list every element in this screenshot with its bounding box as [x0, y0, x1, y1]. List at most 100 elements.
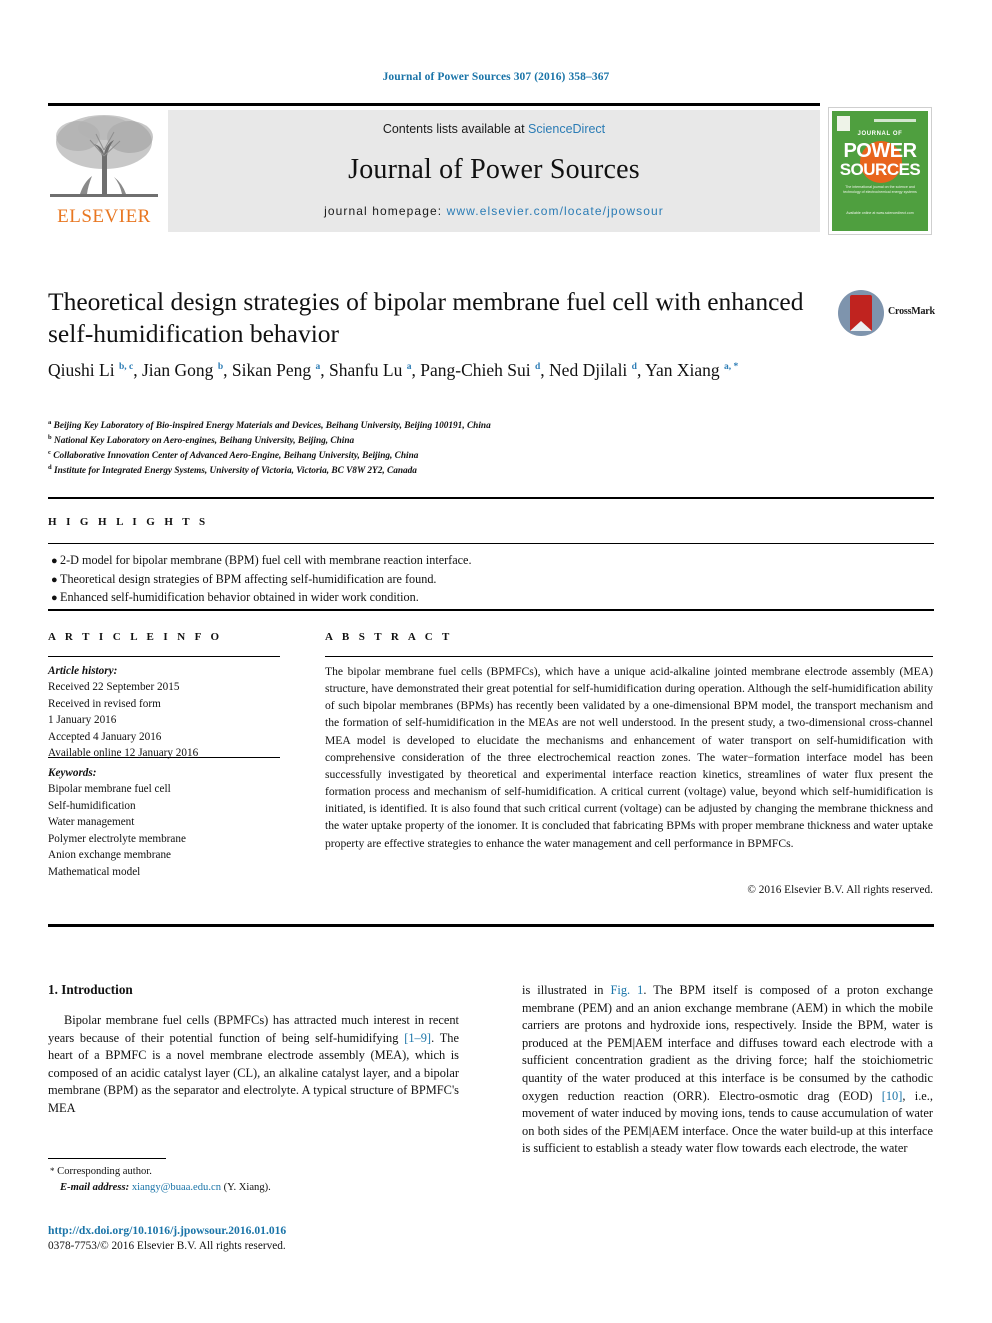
affiliation-text: Collaborative Innovation Center of Advan… — [50, 451, 419, 462]
section-heading-introduction: 1. Introduction — [48, 982, 133, 997]
email-label: E-mail address: — [60, 1181, 130, 1193]
crossmark-notch-icon — [850, 321, 872, 331]
journal-cover-thumbnail: JOURNAL OF POWER SOURCES The internation… — [828, 107, 932, 235]
abstract-divider-rule — [325, 656, 933, 657]
journal-masthead-band: Contents lists available at ScienceDirec… — [168, 110, 820, 232]
article-history-label: Article history: — [48, 665, 118, 677]
affiliation-text: Institute for Integrated Energy Systems,… — [51, 466, 417, 477]
keyword-item: Mathematical model — [48, 865, 141, 878]
email-owner: (Y. Xiang). — [223, 1181, 271, 1193]
highlights-heading: H I G H L I G H T S — [48, 516, 209, 528]
highlight-text: 2-D model for bipolar membrane (BPM) fue… — [60, 553, 472, 567]
intro-paragraph-right: is illustrated in Fig. 1. The BPM itself… — [522, 982, 933, 1158]
contents-prefix: Contents lists available at — [382, 122, 529, 136]
body-column-right: is illustrated in Fig. 1. The BPM itself… — [522, 982, 933, 1158]
abstract-copyright: © 2016 Elsevier B.V. All rights reserved… — [747, 884, 933, 896]
affiliation-item: d Institute for Integrated Energy System… — [48, 464, 828, 479]
reference-link-10[interactable]: [10] — [882, 1089, 903, 1103]
keyword-item: Polymer electrolyte membrane — [48, 832, 186, 845]
keyword-item: Anion exchange membrane — [48, 849, 172, 862]
highlights-top-rule — [48, 497, 934, 499]
doi-link[interactable]: http://dx.doi.org/10.1016/j.jpowsour.201… — [48, 1222, 478, 1239]
bullet-icon: ● — [51, 555, 58, 567]
journal-cover-art: JOURNAL OF POWER SOURCES The internation… — [832, 111, 928, 231]
author-name: Yan Xiang — [645, 360, 724, 380]
running-head-citation: Journal of Power Sources 307 (2016) 358–… — [382, 71, 610, 83]
author-separator: , — [540, 360, 550, 380]
affiliation-item: b National Key Laboratory on Aero-engine… — [48, 434, 828, 449]
highlights-divider-rule — [48, 543, 934, 544]
article-first-page: Journal of Power Sources 307 (2016) 358–… — [0, 0, 992, 1323]
cover-footer-text: Available online at www.sciencedirect.co… — [846, 211, 914, 215]
abstract-heading: A B S T R A C T — [325, 631, 453, 643]
author-name: Ned Djilali — [549, 360, 632, 380]
affiliation-text: Beijing Key Laboratory of Bio-inspired E… — [51, 421, 491, 431]
author-name: Pang-Chieh Sui — [420, 360, 535, 380]
article-history-item: Available online 12 January 2016 — [48, 747, 199, 760]
right-text-part1: is illustrated in — [522, 983, 611, 997]
author-affiliation-mark: b, c — [118, 362, 134, 373]
highlights-bottom-rule — [48, 609, 934, 611]
article-history-block: Article history: Received 22 September 20… — [48, 663, 280, 762]
article-info-divider-rule — [48, 656, 280, 657]
corresponding-author-line: * Corresponding author. — [50, 1164, 470, 1180]
keywords-block: Keywords: Bipolar membrane fuel cell Self-… — [48, 765, 280, 880]
highlight-item: ● 2-D model for bipolar membrane (BPM) fu… — [51, 551, 911, 570]
abstract-text: The bipolar membrane fuel cells (BPMFCs)… — [325, 665, 933, 850]
affiliation-list: a Beijing Key Laboratory of Bio-inspired… — [48, 419, 828, 479]
cover-title-line1: POWER — [843, 140, 917, 162]
highlight-text: Theoretical design strategies of BPM aff… — [60, 571, 437, 586]
masthead-top-rule — [48, 103, 820, 106]
author-name: Jian Gong — [141, 360, 218, 380]
asterisk-icon: * — [50, 1166, 55, 1176]
homepage-label: journal homepage: — [324, 204, 443, 218]
right-text-part2: . The BPM itself is composed of a proton… — [522, 983, 934, 1103]
author-name: Shanfu Lu — [328, 360, 407, 380]
affiliation-item: a Beijing Key Laboratory of Bio-inspired… — [48, 419, 828, 434]
affiliation-item: c Collaborative Innovation Center of Adv… — [48, 449, 828, 464]
article-info-heading: A R T I C L E I N F O — [48, 631, 223, 643]
reference-link-1-9[interactable]: [1–9] — [404, 1031, 431, 1045]
email-link[interactable]: xiangy@buaa.edu.cn — [132, 1182, 221, 1193]
crossmark-badge[interactable]: CrossMark — [838, 290, 935, 336]
article-history-item: Accepted 4 January 2016 — [48, 730, 162, 743]
keyword-item: Self-humidification — [48, 799, 136, 812]
figure-link-fig1[interactable]: Fig. 1 — [611, 983, 644, 997]
affiliation-text: National Key Laboratory on Aero-engines,… — [51, 436, 355, 447]
article-history-item: Received in revised form — [48, 697, 161, 710]
cover-blurb: The international journal on the science… — [843, 185, 917, 195]
author-separator: , — [133, 360, 142, 380]
keyword-item: Bipolar membrane fuel cell — [48, 783, 171, 796]
footnote-rule — [48, 1158, 166, 1159]
cover-elsevier-mark-icon — [837, 116, 850, 131]
highlight-item: ● Enhanced self-humidification behavior o… — [51, 588, 911, 607]
author-separator: , — [411, 360, 421, 380]
keywords-label: Keywords: — [48, 767, 97, 779]
sciencedirect-link[interactable]: ScienceDirect — [528, 122, 605, 136]
keyword-item: Water management — [48, 816, 135, 829]
highlights-items: ● 2-D model for bipolar membrane (BPM) fu… — [51, 551, 911, 607]
corresponding-author-label: Corresponding author. — [57, 1166, 152, 1177]
contents-available-line: Contents lists available at ScienceDirec… — [168, 122, 820, 136]
author-name: Qiushi Li — [48, 360, 119, 380]
cover-top-rule — [874, 119, 916, 122]
author-separator: , — [223, 360, 232, 380]
intro-text-part1: Bipolar membrane fuel cells (BPMFCs) has… — [48, 1013, 459, 1045]
elsevier-wordmark: ELSEVIER — [57, 206, 151, 227]
highlight-item: ● Theoretical design strategies of BPM af… — [51, 570, 911, 589]
author-list: Qiushi Li b, c, Jian Gong b, Sikan Peng … — [48, 358, 828, 383]
article-history-item: Received 22 September 2015 — [48, 681, 180, 694]
abstract-bottom-rule — [48, 924, 934, 927]
author-name: Sikan Peng — [231, 360, 316, 380]
highlight-text: Enhanced self-humidification behavior ob… — [60, 590, 419, 605]
cover-journal-of-label: JOURNAL OF — [857, 131, 903, 137]
bullet-icon: ● — [51, 592, 58, 605]
elsevier-logo: ELSEVIER — [48, 110, 160, 232]
author-separator: , — [636, 360, 646, 380]
body-column-left: 1. Introduction Bipolar membrane fuel ce… — [48, 982, 459, 1118]
homepage-url-link[interactable]: www.elsevier.com/locate/jpowsour — [447, 204, 664, 218]
issn-copyright-line: 0378-7753/© 2016 Elsevier B.V. All right… — [48, 1240, 286, 1252]
journal-title: Journal of Power Sources — [348, 154, 640, 185]
keywords-divider-rule — [48, 757, 280, 758]
author-separator: , — [320, 360, 329, 380]
